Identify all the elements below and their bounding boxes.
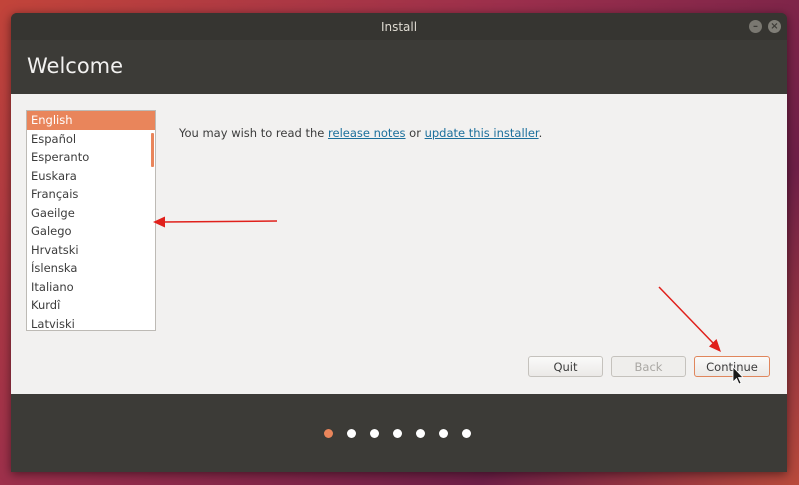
language-item-latviski[interactable]: Latviski — [27, 315, 155, 331]
minimize-icon[interactable]: – — [749, 20, 762, 33]
notes-prefix: You may wish to read the — [179, 126, 329, 140]
language-item-islenska[interactable]: Íslenska — [27, 259, 155, 278]
back-button[interactable]: Back — [611, 356, 686, 377]
window-controls: – × — [749, 20, 781, 33]
page-header: Welcome — [11, 40, 787, 94]
language-item-francais[interactable]: Français — [27, 185, 155, 204]
progress-dot-5 — [416, 429, 425, 438]
title-bar[interactable]: Install – × — [11, 13, 787, 40]
notes-suffix: . — [538, 126, 543, 140]
progress-dots — [324, 429, 471, 438]
language-item-italiano[interactable]: Italiano — [27, 278, 155, 297]
progress-dot-7 — [462, 429, 471, 438]
close-icon[interactable]: × — [768, 20, 781, 33]
page-title: Welcome — [27, 54, 124, 78]
language-list-scrollbar[interactable] — [151, 133, 154, 167]
language-item-english[interactable]: English — [27, 111, 155, 130]
language-item-esperanto[interactable]: Esperanto — [27, 148, 155, 167]
language-item-espanol[interactable]: Español — [27, 130, 155, 149]
language-list[interactable]: English Español Esperanto Euskara França… — [26, 110, 156, 331]
quit-button[interactable]: Quit — [528, 356, 603, 377]
language-item-gaeilge[interactable]: Gaeilge — [27, 204, 155, 223]
release-notes-text: You may wish to read the release notes o… — [179, 126, 542, 140]
progress-dot-3 — [370, 429, 379, 438]
language-item-euskara[interactable]: Euskara — [27, 167, 155, 186]
content-area: English Español Esperanto Euskara França… — [11, 94, 787, 394]
progress-dot-6 — [439, 429, 448, 438]
progress-dot-1 — [324, 429, 333, 438]
continue-button[interactable]: Continue — [694, 356, 770, 377]
update-installer-link[interactable]: update this installer — [425, 126, 539, 140]
language-item-kurdi[interactable]: Kurdî — [27, 296, 155, 315]
progress-dot-2 — [347, 429, 356, 438]
progress-footer — [11, 394, 787, 472]
language-item-galego[interactable]: Galego — [27, 222, 155, 241]
progress-dot-4 — [393, 429, 402, 438]
release-notes-link[interactable]: release notes — [328, 126, 406, 140]
language-item-hrvatski[interactable]: Hrvatski — [27, 241, 155, 260]
installer-window: Install – × Welcome English Español Espe… — [11, 13, 787, 472]
window-title: Install — [380, 19, 418, 34]
notes-middle: or — [405, 126, 425, 140]
